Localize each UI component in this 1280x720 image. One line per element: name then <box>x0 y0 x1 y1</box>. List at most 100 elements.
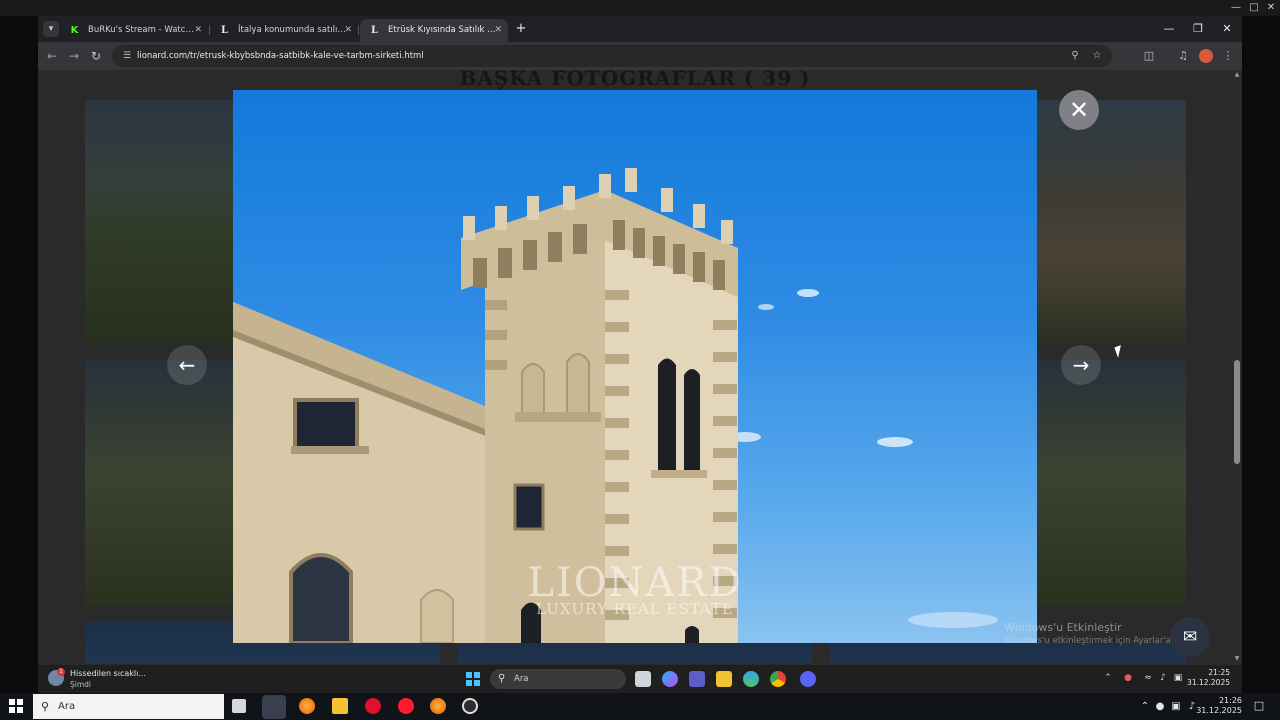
gallery-thumbnail[interactable] <box>457 643 812 664</box>
firefox-icon[interactable] <box>430 698 446 714</box>
windows-activation-subtitle: Windows'u etkinleştirmek için Ayarlar'a … <box>1004 636 1198 646</box>
mouse-cursor-icon <box>1114 345 1125 358</box>
browser-minimize-icon[interactable]: — <box>1155 19 1183 39</box>
tab-strip: ▾ K BuRKu's Stream - Watch Live o ✕ L İt… <box>38 16 1242 42</box>
kick-favicon-icon: K <box>70 25 79 36</box>
gallery-thumbnail[interactable] <box>1036 100 1186 344</box>
gallery-thumbnail[interactable] <box>829 643 1186 664</box>
page-scrollbar[interactable]: ▲ ▼ <box>1232 70 1242 664</box>
opera-icon[interactable] <box>365 698 381 714</box>
browser-restore-icon[interactable]: ❐ <box>1184 19 1212 39</box>
tab-label: BuRKu's Stream - Watch Live o <box>88 25 196 35</box>
weather-badge: 1 <box>57 668 65 676</box>
reload-icon[interactable]: ↻ <box>87 47 105 65</box>
volume-icon[interactable]: ♪ <box>1157 671 1169 685</box>
inner-search-placeholder: Ara <box>514 674 529 684</box>
wifi-icon[interactable]: ≈ <box>1142 671 1154 685</box>
search-icon: ⚲ <box>498 673 506 684</box>
task-view-icon[interactable] <box>232 699 246 713</box>
outer-time: 21:26 <box>1218 696 1242 705</box>
microphone-icon[interactable]: ● <box>1122 671 1134 685</box>
start-windows-icon[interactable] <box>9 699 23 713</box>
gallery-thumbnail[interactable] <box>85 100 235 344</box>
teams-icon[interactable] <box>689 671 705 687</box>
microphone-icon[interactable]: ● <box>1153 699 1167 714</box>
host-titlebar: — □ ✕ <box>0 0 1280 16</box>
back-arrow-icon[interactable]: ← <box>43 47 61 65</box>
tab-separator <box>358 25 359 35</box>
outer-search-box[interactable]: ⚲ Ara <box>33 694 224 719</box>
file-explorer-icon[interactable] <box>332 698 348 714</box>
menu-kebab-icon[interactable]: ⋮ <box>1219 47 1237 65</box>
edge-icon[interactable] <box>743 671 759 687</box>
url-text: lionard.com/tr/etrusk-kbybsbnda-satbibk-… <box>137 51 424 61</box>
zoom-icon[interactable]: ⚲ <box>1067 48 1083 64</box>
extensions-icon[interactable]: ◫ <box>1140 47 1158 65</box>
lionard-favicon-icon: L <box>220 25 229 36</box>
outer-clock[interactable]: 21:26 31.12.2025 <box>1196 696 1242 716</box>
discord-icon[interactable] <box>800 671 816 687</box>
tab-etrusk-kale[interactable]: L Etrüsk Kıyısında Satılık Kale Ve ✕ <box>360 19 508 42</box>
scroll-up-icon[interactable]: ▲ <box>1232 70 1242 80</box>
inner-date: 31.12.2025 <box>1187 678 1230 687</box>
gallery-thumbnail[interactable] <box>85 360 235 606</box>
opera-gx-icon[interactable] <box>398 698 414 714</box>
weather-subtext: Şimdi <box>70 680 91 689</box>
outer-taskbar: ⚲ Ara ⌃ ● ▣ ♪ 21:26 31.12.2025 □ <box>0 693 1280 720</box>
network-icon[interactable]: ▣ <box>1169 699 1183 714</box>
bookmark-star-icon[interactable]: ☆ <box>1089 48 1105 64</box>
outer-date: 31.12.2025 <box>1196 706 1242 715</box>
windows-activation-title: Windows'u Etkinleştir <box>1004 621 1122 634</box>
active-app-icon[interactable] <box>262 695 286 719</box>
search-icon: ⚲ <box>41 700 50 713</box>
weather-text: Hissedilen sıcaklı... <box>70 669 146 678</box>
file-explorer-icon[interactable] <box>716 671 732 687</box>
forward-arrow-icon[interactable]: → <box>65 47 83 65</box>
browser-close-icon[interactable]: ✕ <box>1213 19 1241 39</box>
gallery-thumbnail[interactable] <box>1036 360 1186 606</box>
tab-burku-stream[interactable]: K BuRKu's Stream - Watch Live o ✕ <box>60 19 208 42</box>
inner-search-box[interactable]: ⚲ Ara <box>490 669 626 689</box>
new-tab-button[interactable]: + <box>512 20 530 38</box>
lightbox-next-button[interactable]: → <box>1061 345 1101 385</box>
tray-chevron-icon[interactable]: ⌃ <box>1138 699 1152 714</box>
lightbox-photo: LIONARD LUXURY REAL ESTATE <box>233 90 1037 643</box>
lightbox-close-button[interactable]: ✕ <box>1059 90 1099 130</box>
scrollbar-thumb[interactable] <box>1234 360 1240 464</box>
desktop-screen: — □ ✕ ▾ K BuRKu's Stream - Watch Live o … <box>0 0 1280 720</box>
app-icon[interactable] <box>462 698 478 714</box>
inner-time: 21:25 <box>1208 668 1230 677</box>
gallery-heading: BAŞKA FOTOĞRAFLAR ( 39 ) <box>459 70 811 90</box>
chrome-icon[interactable] <box>770 671 786 687</box>
battery-icon[interactable]: ▣ <box>1172 671 1184 685</box>
copilot-icon[interactable] <box>662 671 678 687</box>
inner-start-windows-icon[interactable] <box>466 672 480 686</box>
tab-close-icon[interactable]: ✕ <box>194 19 202 42</box>
lightbox-prev-button[interactable]: ← <box>167 345 207 385</box>
tab-search-dropdown-icon[interactable]: ▾ <box>43 21 59 37</box>
page-viewport: BAŞKA FOTOĞRAFLAR ( 39 ) LIONARD LUXURY … <box>38 70 1232 664</box>
notification-icon[interactable]: □ <box>1252 699 1266 713</box>
tray-chevron-icon[interactable]: ⌃ <box>1102 671 1114 685</box>
site-info-icon[interactable]: ☰ <box>120 49 134 63</box>
chat-bubble-button[interactable]: ✉ <box>1170 617 1210 657</box>
lionard-favicon-icon: L <box>370 25 379 36</box>
browser-window: ▾ K BuRKu's Stream - Watch Live o ✕ L İt… <box>38 16 1242 664</box>
tab-label: Etrüsk Kıyısında Satılık Kale Ve <box>388 25 496 35</box>
address-bar[interactable]: ☰ lionard.com/tr/etrusk-kbybsbnda-satbib… <box>112 45 1112 67</box>
inner-taskbar: 1 Hissedilen sıcaklı... Şimdi ⚲ Ara ⌃ ● … <box>38 664 1242 693</box>
host-close-icon[interactable]: ✕ <box>1260 0 1280 16</box>
watermark-subtitle: LUXURY REAL ESTATE <box>536 600 734 618</box>
outer-search-placeholder: Ara <box>58 701 76 712</box>
tab-italya-sato[interactable]: L İtalya konumunda satılık ŞATO ✕ <box>210 19 358 42</box>
firefox-icon[interactable] <box>299 698 315 714</box>
inner-clock[interactable]: 21:25 31.12.2025 <box>1187 668 1230 688</box>
scroll-down-icon[interactable]: ▼ <box>1232 654 1242 664</box>
tab-label: İtalya konumunda satılık ŞATO <box>238 25 346 35</box>
task-view-icon[interactable] <box>635 671 651 687</box>
browser-toolbar: ← → ↻ ☰ lionard.com/tr/etrusk-kbybsbnda-… <box>38 42 1242 70</box>
tab-close-icon[interactable]: ✕ <box>344 19 352 42</box>
profile-avatar[interactable] <box>1199 49 1213 63</box>
media-control-icon[interactable]: ♫ <box>1174 47 1192 65</box>
tab-close-icon[interactable]: ✕ <box>494 19 502 42</box>
